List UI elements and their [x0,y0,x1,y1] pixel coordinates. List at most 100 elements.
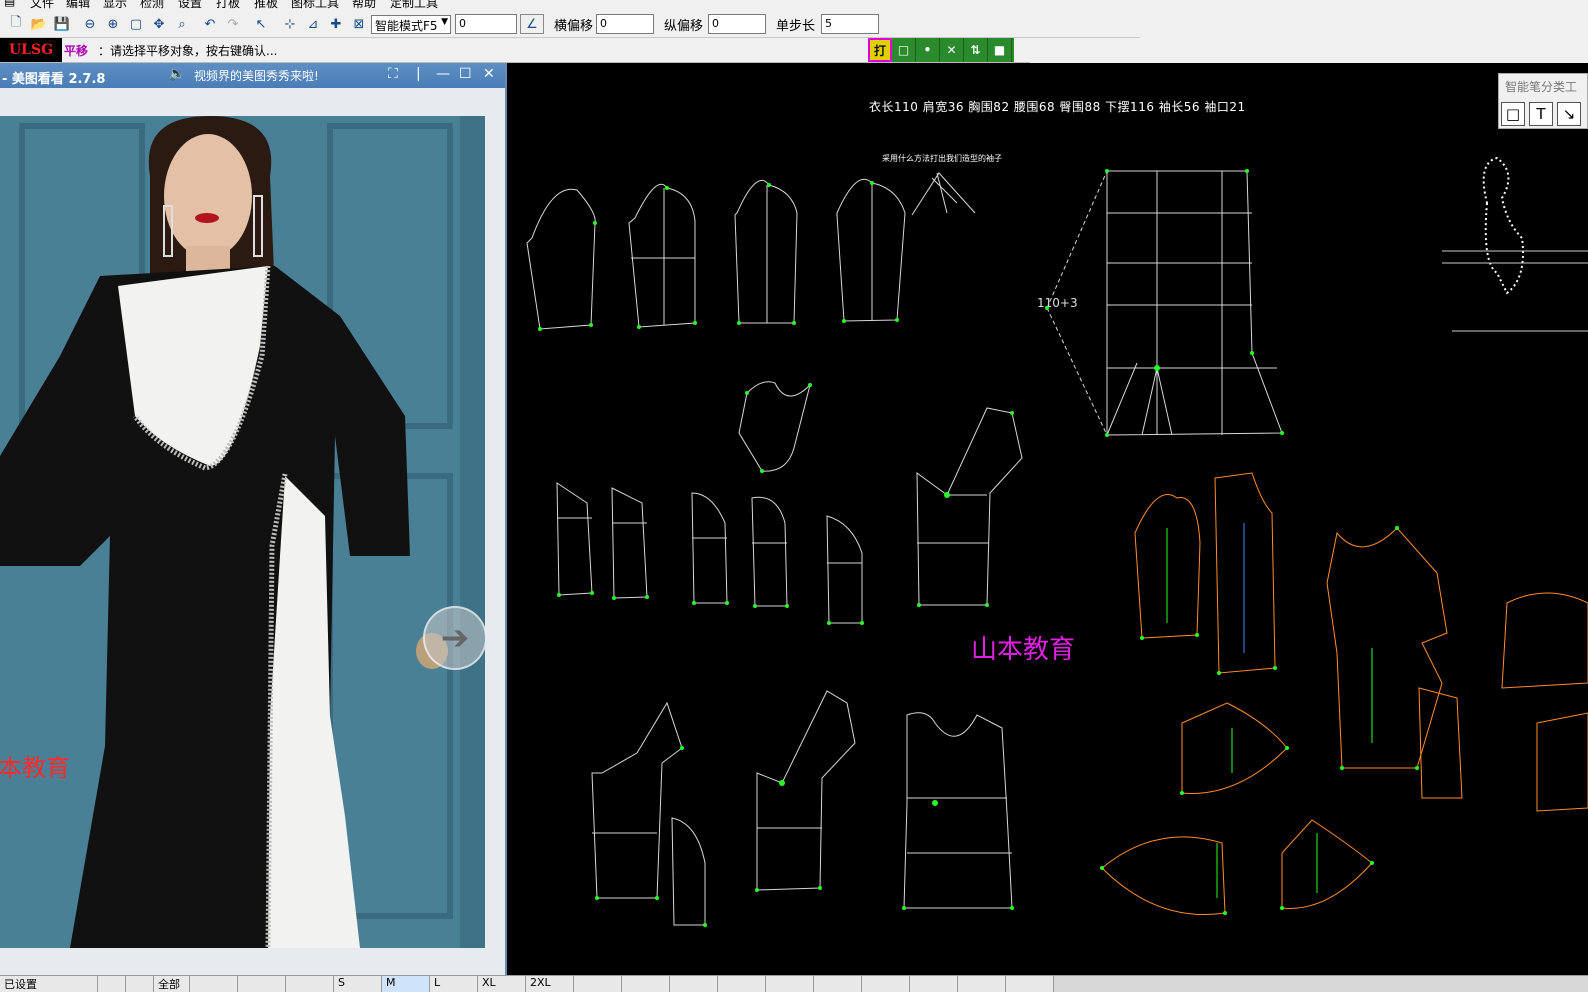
menu-icon-tools[interactable]: 图标工具 [291,0,339,10]
save-icon[interactable]: 💾 [52,14,72,34]
snap-point-icon[interactable]: • [916,38,940,62]
model-illustration [0,116,485,948]
maximize-icon[interactable]: ☐ [459,66,472,82]
menu-custom-tools[interactable]: 定制工具 [390,0,438,10]
tab-size-xl[interactable]: XL [478,976,526,992]
select-arrow-icon[interactable]: ↖ [251,14,271,34]
tab-blank-2[interactable] [126,976,154,992]
menu-settings[interactable]: 设置 [178,0,202,10]
tab-all[interactable]: 全部 [154,976,190,992]
menu-file-icon[interactable]: ▤ [4,0,15,8]
step-label: 单步长 [776,19,816,34]
arrow-tool-icon[interactable]: ↘ [1557,102,1581,126]
text-tool-icon[interactable]: T [1529,102,1553,126]
value-input[interactable]: 0 [455,14,517,34]
viewer-titlebar[interactable]: - 美图看看 2.7.8 🔈 视频界的美图秀秀来啦! ⛶ | — ☐ ✕ [0,63,505,88]
undo-icon[interactable]: ↶ [200,14,220,34]
tab-blank-1[interactable] [98,976,126,992]
tab-blank-4[interactable] [238,976,286,992]
move-line-icon[interactable]: ⊿ [303,14,323,34]
zoom-out-icon[interactable]: ⊖ [80,14,100,34]
tab-blank-13[interactable] [910,976,958,992]
open-folder-icon[interactable]: 📂 [29,14,49,34]
menu-file[interactable]: 文件 [30,0,54,10]
zoom-window-icon[interactable]: ▢ [126,14,146,34]
tab-blank-8[interactable] [670,976,718,992]
piece-3d [903,712,1013,909]
tab-blank-7[interactable] [622,976,670,992]
menu-grading[interactable]: 推板 [254,0,278,10]
step-input[interactable]: 5 [821,14,879,34]
main-toolbar: 🗋 📂 💾 ⊖ ⊕ ▢ ✥ ⌕ ↶ ↷ ↖ ⊹ ⊿ ✚ ⊠ 智能模式F5 ▼ 0… [0,10,1140,38]
tab-blank-14[interactable] [958,976,1006,992]
piece-3a [591,701,683,899]
tab-blank-5[interactable] [286,976,334,992]
tab-size-m[interactable]: M [382,976,430,992]
speaker-icon[interactable]: 🔈 [168,66,185,82]
tab-blank-3[interactable] [190,976,238,992]
seam-long-bodice [1214,472,1276,674]
snap-cross-icon[interactable]: ✕ [940,38,964,62]
menu-pattern[interactable]: 打板 [216,0,240,10]
current-mode-name: 平移 [64,44,89,58]
bodice-draft [1106,170,1283,436]
grain-lines [1166,523,1373,898]
tab-blank-9[interactable] [718,976,766,992]
piece-2a [556,482,593,596]
v-offset-input[interactable]: 0 [708,14,766,34]
tab-size-2xl[interactable]: 2XL [526,976,574,992]
menu-view[interactable]: 显示 [103,0,127,10]
menu-help[interactable]: 帮助 [352,0,376,10]
sleeve-draft-2 [628,183,696,328]
piece-2c [691,492,728,604]
menu-check[interactable]: 检测 [140,0,164,10]
snap-move-icon[interactable]: ⇅ [964,38,988,62]
add-point-icon[interactable]: ✚ [326,14,346,34]
flare-skirt-3 [1181,702,1288,794]
flare-skirt-2 [1281,819,1373,909]
zoom-fit-icon[interactable]: ⌕ [172,14,192,34]
tab-blank-10[interactable] [766,976,814,992]
snap-rect-icon[interactable]: □ [892,38,916,62]
pattern-drawing [526,156,1588,927]
snap-fill-icon[interactable]: ■ [988,38,1012,62]
fashion-photo: ➔ 本教育 [0,116,485,948]
menu-edit[interactable]: 编辑 [66,0,90,10]
pattern-canvas[interactable]: 衣长110 肩宽36 胸围82 腰围68 臀围88 下摆116 袖长56 袖口2… [507,63,1588,973]
zoom-in-icon[interactable]: ⊕ [103,14,123,34]
status-hint: ：请选择平移对象，按右键确认... [98,44,278,58]
node-points [538,169,1419,927]
viewer-watermark: 本教育 [0,754,70,782]
flare-skirt-1 [1101,836,1226,916]
piece-3b [671,817,706,926]
pan-icon[interactable]: ✥ [149,14,169,34]
tab-blank-11[interactable] [814,976,862,992]
snap-toolbar: 打 □ • ✕ ⇅ ■ [868,38,1014,62]
minimize-icon[interactable]: — [436,66,450,82]
tab-blank-6[interactable] [574,976,622,992]
rect-tool-icon[interactable]: □ [1501,102,1525,126]
status-empty-area [1030,38,1588,63]
next-image-button[interactable]: ➔ [423,606,485,670]
viewer-app-title: - 美图看看 2.7.8 [2,72,106,87]
delete-point-icon[interactable]: ⊠ [349,14,369,34]
tab-blank-15[interactable] [1006,976,1054,992]
snap-print-icon[interactable]: 打 [868,38,892,62]
h-offset-input[interactable]: 0 [596,14,654,34]
fullscreen-icon[interactable]: ⛶ [388,66,398,82]
viewer-promo-link[interactable]: 视频界的美图秀秀来啦! [194,67,319,84]
tab-set[interactable]: 已设置 [0,976,98,992]
sleeve-draft-4 [836,178,906,322]
bodice-dashed-guide [1046,170,1108,436]
tab-size-s[interactable]: S [334,976,382,992]
tab-size-l[interactable]: L [430,976,478,992]
angle-tool-icon[interactable]: ∠ [520,14,544,34]
move-point-icon[interactable]: ⊹ [280,14,300,34]
redo-icon[interactable]: ↷ [223,14,243,34]
new-file-icon[interactable]: 🗋 [6,14,26,34]
tab-blank-12[interactable] [862,976,910,992]
sleeve-cap-detail [911,172,976,216]
mode-select[interactable]: 智能模式F5 ▼ [371,15,451,34]
close-icon[interactable]: ✕ [483,66,495,82]
piece-3c [756,690,856,891]
